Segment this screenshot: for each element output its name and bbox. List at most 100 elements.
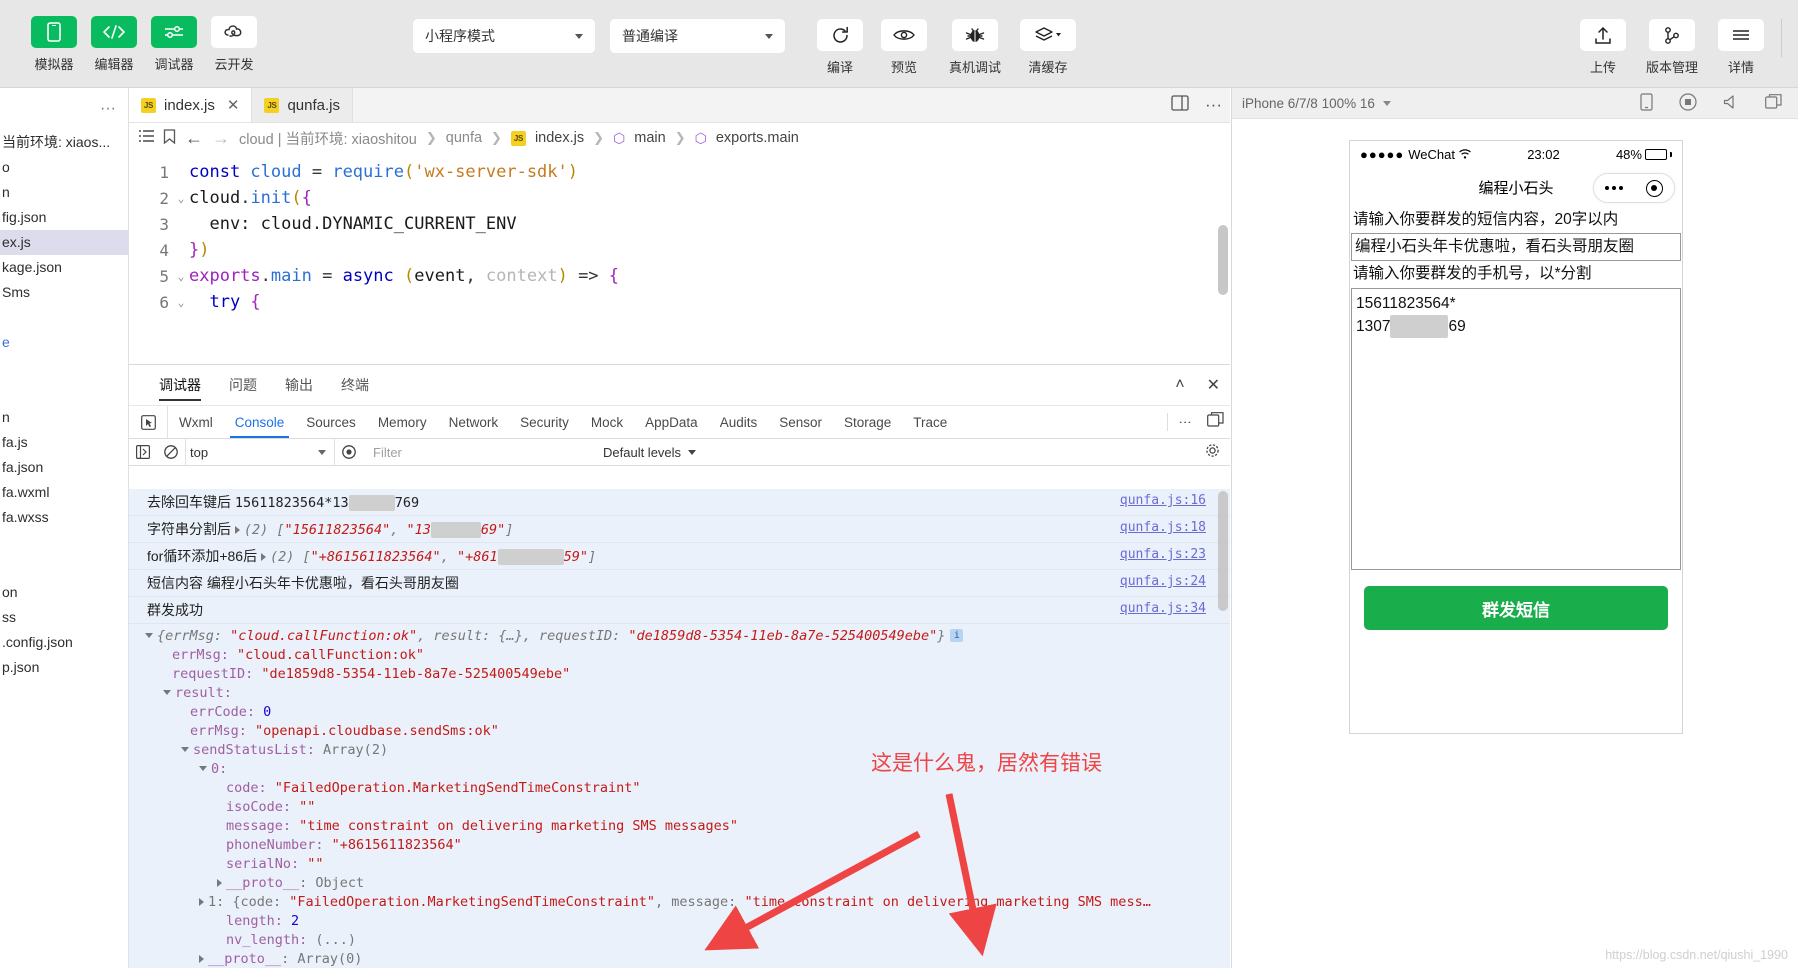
phone-numbers-textarea[interactable]: 15611823564* 1307 69 [1351, 288, 1681, 570]
code-line[interactable]: 6 ⌄ try { [129, 289, 1230, 315]
phone-simulator[interactable]: ●●●●● WeChat 23:02 48% 编程小石头 请输入你要群发的短信内… [1349, 140, 1683, 734]
object-tree-node[interactable]: errMsg: "cloud.callFunction:ok" [145, 645, 1230, 664]
submit-sms-button[interactable]: 群发短信 [1364, 586, 1668, 630]
outline-icon[interactable] [139, 129, 154, 147]
code-line[interactable]: 3 env: cloud.DYNAMIC_CURRENT_ENV [129, 211, 1230, 237]
close-target-icon[interactable] [1645, 179, 1663, 197]
close-icon[interactable]: ✕ [227, 96, 240, 114]
wechat-capsule-menu[interactable] [1593, 173, 1675, 203]
object-tree-node[interactable]: 1: {code: "FailedOperation.MarketingSend… [145, 892, 1230, 911]
compile-select[interactable]: 普通编译 [610, 19, 785, 53]
object-tree-node[interactable]: serialNo: "" [145, 854, 1230, 873]
collapse-arrow-icon[interactable] [145, 633, 153, 638]
log-source-link[interactable]: qunfa.js:23 [1120, 547, 1206, 562]
expand-arrow-icon[interactable] [199, 897, 204, 906]
editor-scrollbar[interactable] [1218, 225, 1228, 295]
log-source-link[interactable]: qunfa.js:18 [1120, 520, 1206, 535]
devtools-tab[interactable]: Security [509, 406, 580, 438]
console-log-row[interactable]: 字符串分割后 (2) ["15611823564", "13 69"] qunfa… [129, 516, 1230, 543]
code-line[interactable]: 4}) [129, 237, 1230, 263]
clear-console-icon[interactable] [157, 445, 185, 459]
expand-arrow-icon[interactable] [234, 526, 240, 534]
expand-arrow-icon[interactable] [199, 954, 204, 963]
file-tree-row[interactable]: 当前环境: xiaos... [0, 130, 128, 155]
devtools-tab[interactable]: Sources [295, 406, 367, 438]
console-context-select[interactable]: top [185, 439, 335, 465]
toolbar-debugger-button[interactable]: 调试器 [144, 16, 204, 73]
file-tree-row[interactable] [0, 355, 128, 380]
toolbar-compile-button[interactable]: 编译 [810, 19, 870, 76]
file-explorer-list[interactable]: 当前环境: xiaos... o n fig.json ex.js kage.json Sm… [0, 130, 128, 680]
console-scrollbar[interactable] [1218, 491, 1228, 611]
debugger-panel-tab[interactable]: 终端 [327, 365, 383, 405]
record-icon[interactable] [1679, 92, 1697, 114]
mode-select[interactable]: 小程序模式 [413, 19, 595, 53]
file-tree-row[interactable]: .config.json [0, 630, 128, 655]
devtools-tab[interactable]: AppData [634, 406, 709, 438]
breadcrumb-item-2[interactable]: index.js [535, 130, 584, 146]
file-tree-row[interactable]: ss [0, 605, 128, 630]
nav-forward-icon[interactable]: → [212, 128, 230, 149]
dock-side-icon[interactable] [1207, 412, 1224, 432]
file-tree-row[interactable] [0, 555, 128, 580]
toolbar-realdevice-button[interactable]: 真机调试 [938, 19, 1012, 76]
expand-arrow-icon[interactable] [217, 878, 222, 887]
log-source-link[interactable]: qunfa.js:34 [1120, 601, 1206, 616]
gear-icon[interactable] [1205, 443, 1220, 461]
file-tree-row[interactable] [0, 530, 128, 555]
debugger-panel-tab[interactable]: 调试器 [145, 365, 215, 405]
devtools-tab[interactable]: Mock [580, 406, 634, 438]
device-select[interactable]: iPhone 6/7/8 100% 16 [1242, 96, 1391, 111]
info-icon[interactable]: i [950, 629, 964, 642]
devtools-tab[interactable]: Wxml [168, 406, 224, 438]
file-tree-row[interactable]: fig.json [0, 205, 128, 230]
toolbar-cloud-button[interactable]: 云开发 [204, 16, 264, 73]
log-source-link[interactable]: qunfa.js:24 [1120, 574, 1206, 589]
debugger-panel-tabs[interactable]: 调试器 问题 输出 终端 ˄ ✕ [129, 365, 1230, 406]
object-tree-node[interactable]: length: 2 [145, 911, 1230, 930]
volume-icon[interactable] [1723, 94, 1739, 113]
file-tree-row[interactable]: n [0, 180, 128, 205]
object-tree-node[interactable]: __proto__: Array(0) [145, 949, 1230, 968]
toolbar-preview-button[interactable]: 预览 [874, 19, 934, 76]
more-dots-icon[interactable] [1605, 186, 1624, 190]
more-options-icon[interactable]: ··· [100, 100, 116, 118]
breadcrumb-item-3[interactable]: main [634, 130, 665, 146]
toolbar-upload-button[interactable]: 上传 [1573, 19, 1633, 76]
console-log-row[interactable]: for循环添加+86后 (2) ["+8615611823564", "+861… [129, 543, 1230, 570]
object-tree-node[interactable]: nv_length: (...) [145, 930, 1230, 949]
phone-rotate-icon[interactable] [1640, 92, 1653, 114]
devtools-tab[interactable]: Storage [833, 406, 902, 438]
file-tree-row[interactable]: Sms [0, 280, 128, 305]
bookmark-icon[interactable] [163, 128, 176, 148]
breadcrumb-item-0[interactable]: cloud | 当前环境: xiaoshitou [239, 128, 417, 149]
file-tree-row[interactable]: on [0, 580, 128, 605]
file-tree-row[interactable]: fa.js [0, 430, 128, 455]
devtools-tab[interactable]: Console [224, 406, 296, 438]
code-editor[interactable]: 1 const cloud = require('wx-server-sdk') 2… [129, 153, 1230, 347]
collapse-arrow-icon[interactable] [163, 690, 171, 695]
console-output[interactable]: 去除回车键后 15611823564*13 769 qunfa.js:16 字符串分… [129, 489, 1230, 968]
fold-toggle-icon[interactable]: ⌄ [173, 192, 189, 205]
object-tree-node[interactable]: errMsg: "openapi.cloudbase.sendSms:ok" [145, 721, 1230, 740]
file-tree-row[interactable]: kage.json [0, 255, 128, 280]
expand-arrow-icon[interactable] [260, 553, 266, 561]
console-log-row[interactable]: 群发成功 qunfa.js:34 [129, 597, 1230, 624]
toolbar-version-button[interactable]: 版本管理 [1637, 19, 1707, 76]
inspect-element-icon[interactable] [129, 406, 168, 438]
code-line[interactable]: 5 ⌄ exports.main = async (event, context) … [129, 263, 1230, 289]
fold-toggle-icon[interactable]: ⌄ [173, 270, 189, 283]
collapse-arrow-icon[interactable] [181, 747, 189, 752]
object-tree-node[interactable]: code: "FailedOperation.MarketingSendTime… [145, 778, 1230, 797]
file-tree-row[interactable]: fa.wxss [0, 505, 128, 530]
devtools-tab[interactable]: Memory [367, 406, 438, 438]
file-tree-row[interactable]: p.json [0, 655, 128, 680]
console-sidebar-toggle-icon[interactable] [129, 445, 157, 459]
devtools-tab[interactable]: Audits [709, 406, 769, 438]
toolbar-details-button[interactable]: 详情 [1711, 19, 1771, 76]
editor-tab-index-js[interactable]: JS index.js ✕ [129, 88, 253, 122]
console-log-row[interactable]: 去除回车键后 15611823564*13 769 qunfa.js:16 [129, 489, 1230, 516]
file-tree-row[interactable] [0, 305, 128, 330]
file-tree-row[interactable]: fa.json [0, 455, 128, 480]
file-tree-row[interactable]: n [0, 405, 128, 430]
